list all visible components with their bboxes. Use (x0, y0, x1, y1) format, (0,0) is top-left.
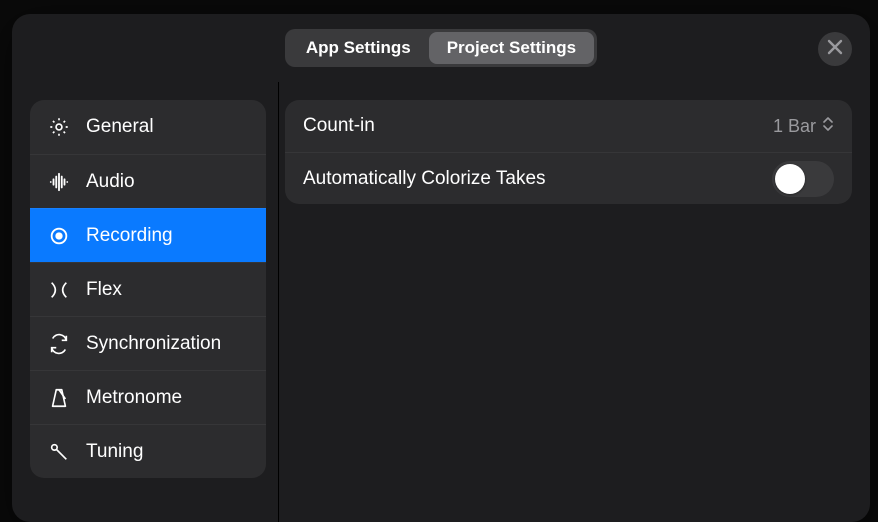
chevron-up-down-icon (822, 116, 834, 137)
sidebar-item-general[interactable]: General (30, 100, 266, 154)
sidebar: General Audio Recording (12, 82, 278, 522)
sidebar-item-label: Metronome (86, 387, 182, 409)
sidebar-item-audio[interactable]: Audio (30, 154, 266, 208)
sync-icon (46, 333, 72, 355)
sidebar-list: General Audio Recording (30, 100, 266, 478)
sidebar-item-label: Recording (86, 225, 173, 247)
row-count-in[interactable]: Count-in 1 Bar (285, 100, 852, 152)
tab-app-settings[interactable]: App Settings (288, 32, 429, 64)
sidebar-item-label: Audio (86, 171, 135, 193)
gear-icon (46, 116, 72, 138)
settings-scope-segmented: App Settings Project Settings (285, 29, 597, 67)
project-settings-modal: App Settings Project Settings General (12, 14, 870, 522)
close-icon (827, 39, 843, 60)
close-button[interactable] (818, 32, 852, 66)
toggle-knob (775, 164, 805, 194)
record-icon (46, 225, 72, 247)
sidebar-item-label: Flex (86, 279, 122, 301)
tuning-icon (46, 441, 72, 463)
sidebar-item-flex[interactable]: Flex (30, 262, 266, 316)
metronome-icon (46, 387, 72, 409)
sidebar-item-tuning[interactable]: Tuning (30, 424, 266, 478)
waveform-icon (46, 171, 72, 193)
sidebar-item-recording[interactable]: Recording (30, 208, 266, 262)
sidebar-item-label: Synchronization (86, 333, 221, 355)
flex-icon (46, 279, 72, 301)
count-in-value: 1 Bar (773, 116, 834, 137)
tab-project-settings[interactable]: Project Settings (429, 32, 594, 64)
count-in-value-text: 1 Bar (773, 116, 816, 137)
sidebar-item-metronome[interactable]: Metronome (30, 370, 266, 424)
row-label: Automatically Colorize Takes (303, 168, 546, 190)
row-colorize-takes: Automatically Colorize Takes (285, 152, 852, 204)
row-label: Count-in (303, 115, 375, 137)
sidebar-item-synchronization[interactable]: Synchronization (30, 316, 266, 370)
sidebar-item-label: Tuning (86, 441, 143, 463)
colorize-takes-toggle[interactable] (772, 161, 834, 197)
modal-header: App Settings Project Settings (12, 14, 870, 82)
modal-body: General Audio Recording (12, 82, 870, 522)
sidebar-item-label: General (86, 116, 154, 138)
settings-card: Count-in 1 Bar Automatically Colorize Ta… (285, 100, 852, 204)
settings-content: Count-in 1 Bar Automatically Colorize Ta… (279, 82, 870, 522)
